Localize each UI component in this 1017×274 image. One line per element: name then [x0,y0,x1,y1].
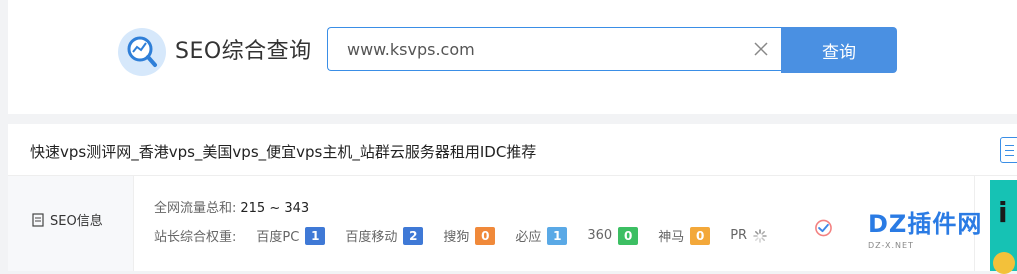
metric-badge: 2 [403,226,424,245]
metric-label: 百度移动 [345,230,398,245]
watermark-subtext: DZ-X.NET [868,241,914,250]
ad-glyph: i [998,196,1008,229]
metric-badge: 1 [547,226,568,245]
metric-label: 神马 [658,230,685,245]
brand-title: SEO综合查询 [175,39,312,64]
metric-badge: 0 [475,226,496,245]
metric-label: 百度PC [256,230,300,245]
site-title: 快速vps测评网_香港vps_美国vps_便宜vps主机_站群云服务器租用IDC… [30,143,537,161]
clear-icon[interactable] [754,42,768,56]
weight-label: 站长综合权重: [154,230,237,245]
metric-badge: 0 [618,226,639,245]
metric-bing[interactable]: 必应 1 [515,226,568,245]
divider [8,175,1017,176]
search-box[interactable] [327,27,782,71]
weight-row: 站长综合权重: 百度PC 1 百度移动 2 搜狗 0 必应 1 360 0 神马 0 PR [154,226,767,245]
metric-360[interactable]: 360 0 [587,226,639,245]
metric-baidu-pc[interactable]: 百度PC 1 [256,226,326,245]
watermark-text: DZ插件网 [868,210,983,238]
metric-sogou[interactable]: 搜狗 0 [443,226,496,245]
logo-icon [118,28,166,76]
metric-baidu-mobile[interactable]: 百度移动 2 [345,226,424,245]
metric-label: 搜狗 [443,230,470,245]
seo-section-text: SEO信息 [50,214,103,229]
traffic-label: 全网流量总和: [154,201,237,216]
menu-icon[interactable] [1000,137,1017,163]
traffic-value: 215 ~ 343 [240,201,310,216]
search-button[interactable]: 查询 [781,27,897,73]
search-input[interactable] [328,28,747,70]
metric-badge: 1 [305,226,326,245]
metric-label: 360 [587,228,613,243]
document-icon [32,212,44,227]
watermark-logo-icon [815,219,832,237]
seo-section-label: SEO信息 [31,210,103,229]
metric-label: PR [730,228,748,243]
metric-shenma[interactable]: 神马 0 [658,226,711,245]
metric-label: 必应 [515,230,542,245]
metric-badge: 0 [690,226,711,245]
traffic-row: 全网流量总和: 215 ~ 343 [154,197,309,216]
metric-pr[interactable]: PR [730,228,767,243]
loading-spinner-icon [753,228,767,243]
